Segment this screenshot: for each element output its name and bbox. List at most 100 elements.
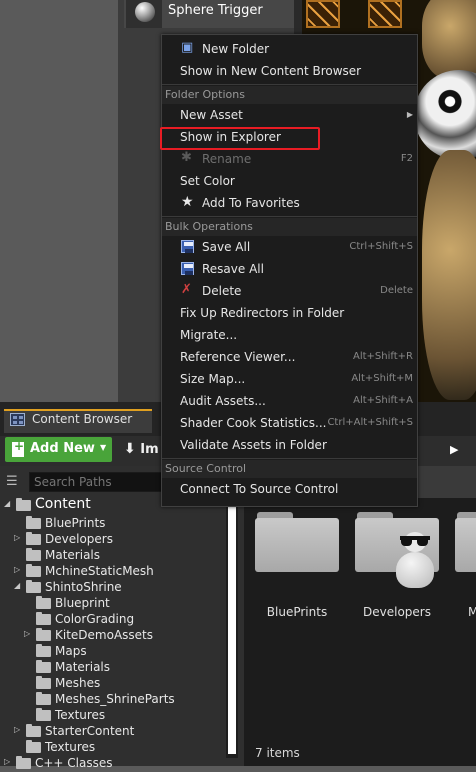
menu-separator (162, 84, 417, 85)
asset-folder-materials[interactable] (455, 512, 476, 572)
folder-icon (36, 708, 51, 721)
collapsed-arrow-icon[interactable]: ▷ (4, 757, 10, 766)
folder-icon (16, 756, 31, 769)
folder-icon (36, 628, 51, 641)
menu-item-shortcut: Alt+Shift+R (353, 351, 413, 362)
menu-item-fix-up-redirectors-in-folder[interactable]: Fix Up Redirectors in Folder (162, 302, 417, 324)
folder-icon (36, 596, 51, 609)
tree-item[interactable]: ▷ StarterContent (4, 724, 226, 740)
tree-item[interactable]: Maps (4, 644, 226, 660)
tree-item[interactable]: Materials (4, 548, 226, 564)
submenu-arrow-icon: ▶ (406, 110, 413, 119)
menu-item-reference-viewer[interactable]: Reference Viewer... Alt+Shift+R (162, 346, 417, 368)
rock-prop (422, 0, 476, 80)
menu-item-label: Audit Assets... (180, 394, 266, 408)
sources-view-options-icon[interactable]: ☰ (6, 474, 22, 490)
rename-icon: ✱ (181, 150, 192, 165)
toolbar-overflow-arrow-icon[interactable]: ▶ (450, 443, 458, 456)
lantern-prop (368, 0, 402, 28)
tree-item-label: Meshes (55, 676, 101, 690)
tree-item[interactable]: Textures (4, 708, 226, 724)
menu-item-show-in-new-content-browser[interactable]: Show in New Content Browser (162, 60, 417, 82)
new-folder-icon: ▣ (181, 40, 194, 55)
chevron-down-icon: ▼ (100, 443, 107, 452)
folder-icon (36, 644, 51, 657)
menu-item-label: Shader Cook Statistics... (180, 416, 327, 430)
star-icon: ★ (181, 194, 194, 210)
tree-item[interactable]: BluePrints (4, 516, 226, 532)
folder-icon (36, 660, 51, 673)
collapsed-arrow-icon[interactable]: ▷ (14, 725, 20, 734)
tree-item[interactable]: ▷ Developers (4, 532, 226, 548)
tree-scrollbar-thumb[interactable] (228, 496, 236, 754)
folder-context-menu: ▣ New Folder Show in New Content Browser Fo… (161, 34, 418, 507)
menu-item-label: Show in New Content Browser (180, 64, 362, 78)
collapsed-arrow-icon[interactable]: ▷ (24, 629, 30, 638)
menu-item-label: Save All (202, 240, 251, 254)
save-icon (181, 262, 194, 275)
tree-item-label: Textures (55, 708, 106, 722)
menu-item-label: Rename (202, 152, 252, 166)
folder-icon (26, 564, 41, 577)
menu-item-set-color[interactable]: Set Color (162, 170, 417, 192)
chrome-sphere (414, 70, 476, 160)
tree-item[interactable]: Textures (4, 740, 226, 756)
tree-item[interactable]: ColorGrading (4, 612, 226, 628)
menu-item-label: Migrate... (180, 328, 238, 342)
new-asset-icon: + (12, 440, 24, 457)
menu-item-new-folder[interactable]: ▣ New Folder (162, 38, 417, 60)
menu-item-add-to-favorites[interactable]: ★ Add To Favorites (162, 192, 417, 214)
folder-tree: ◢ Content BluePrints ▷ Developers Materials ▷ M… (4, 496, 226, 770)
folder-icon (36, 692, 51, 705)
left-panel-background (0, 0, 118, 402)
collapsed-arrow-icon[interactable]: ▷ (14, 565, 20, 574)
asset-folder-blueprints[interactable] (255, 512, 339, 572)
menu-item-label: Set Color (180, 174, 235, 188)
asset-label: M (468, 605, 476, 619)
rock-prop (422, 150, 476, 400)
folder-icon (16, 498, 31, 511)
item-count: 7 items (255, 746, 300, 760)
tree-item-label: BluePrints (45, 516, 106, 530)
menu-item-migrate[interactable]: Migrate... (162, 324, 417, 346)
menu-item-label: Add To Favorites (202, 196, 300, 210)
tree-item-label: C++ Classes (35, 756, 113, 770)
tree-item[interactable]: Meshes_ShrineParts (4, 692, 226, 708)
tree-item-label: ColorGrading (55, 612, 135, 626)
folder-icon (26, 580, 41, 593)
add-new-button[interactable]: + Add New ▼ (5, 437, 112, 462)
asset-label: Developers (363, 605, 431, 619)
menu-section-header: Folder Options (162, 86, 417, 104)
tree-item[interactable]: ▷ KiteDemoAssets (4, 628, 226, 644)
developer-folder-icon (26, 532, 41, 545)
tree-item-label: Blueprint (55, 596, 110, 610)
menu-item-connect-to-source-control[interactable]: Connect To Source Control (162, 478, 417, 500)
import-button[interactable]: ⬇ Im (124, 441, 159, 457)
menu-item-label: Delete (202, 284, 242, 298)
tree-item[interactable]: ▷ MchineStaticMesh (4, 564, 226, 580)
tree-item[interactable]: Blueprint (4, 596, 226, 612)
folder-icon (36, 676, 51, 689)
menu-item-resave-all[interactable]: Resave All (162, 258, 417, 280)
folder-icon (26, 740, 41, 753)
menu-item-shortcut: F2 (400, 153, 413, 164)
tree-item[interactable]: Meshes (4, 676, 226, 692)
tree-item[interactable]: Materials (4, 660, 226, 676)
menu-item-new-asset[interactable]: New Asset ▶ (162, 104, 417, 126)
menu-item-validate-assets-in-folder[interactable]: Validate Assets in Folder (162, 434, 417, 456)
menu-item-audit-assets[interactable]: Audit Assets... Alt+Shift+A (162, 390, 417, 412)
tree-item-label: KiteDemoAssets (55, 628, 153, 642)
tree-item[interactable]: ▷ C++ Classes (4, 756, 226, 772)
menu-item-shortcut: Ctrl+Alt+Shift+S (327, 417, 413, 428)
expanded-arrow-icon[interactable]: ◢ (4, 499, 10, 508)
tree-item[interactable]: ◢ ShintoShrine (4, 580, 226, 596)
tab-content-browser-label: Content Browser (32, 412, 133, 426)
collapsed-arrow-icon[interactable]: ▷ (14, 533, 20, 542)
menu-item-delete[interactable]: ✗ Delete Delete (162, 280, 417, 302)
menu-item-size-map[interactable]: Size Map... Alt+Shift+M (162, 368, 417, 390)
sphere-trigger-thumbnail (126, 0, 162, 28)
menu-item-save-all[interactable]: Save All Ctrl+Shift+S (162, 236, 417, 258)
menu-item-rename[interactable]: ✱ Rename F2 (162, 148, 417, 170)
expanded-arrow-icon[interactable]: ◢ (14, 581, 20, 590)
menu-item-shader-cook-statistics[interactable]: Shader Cook Statistics... Ctrl+Alt+Shift+… (162, 412, 417, 434)
